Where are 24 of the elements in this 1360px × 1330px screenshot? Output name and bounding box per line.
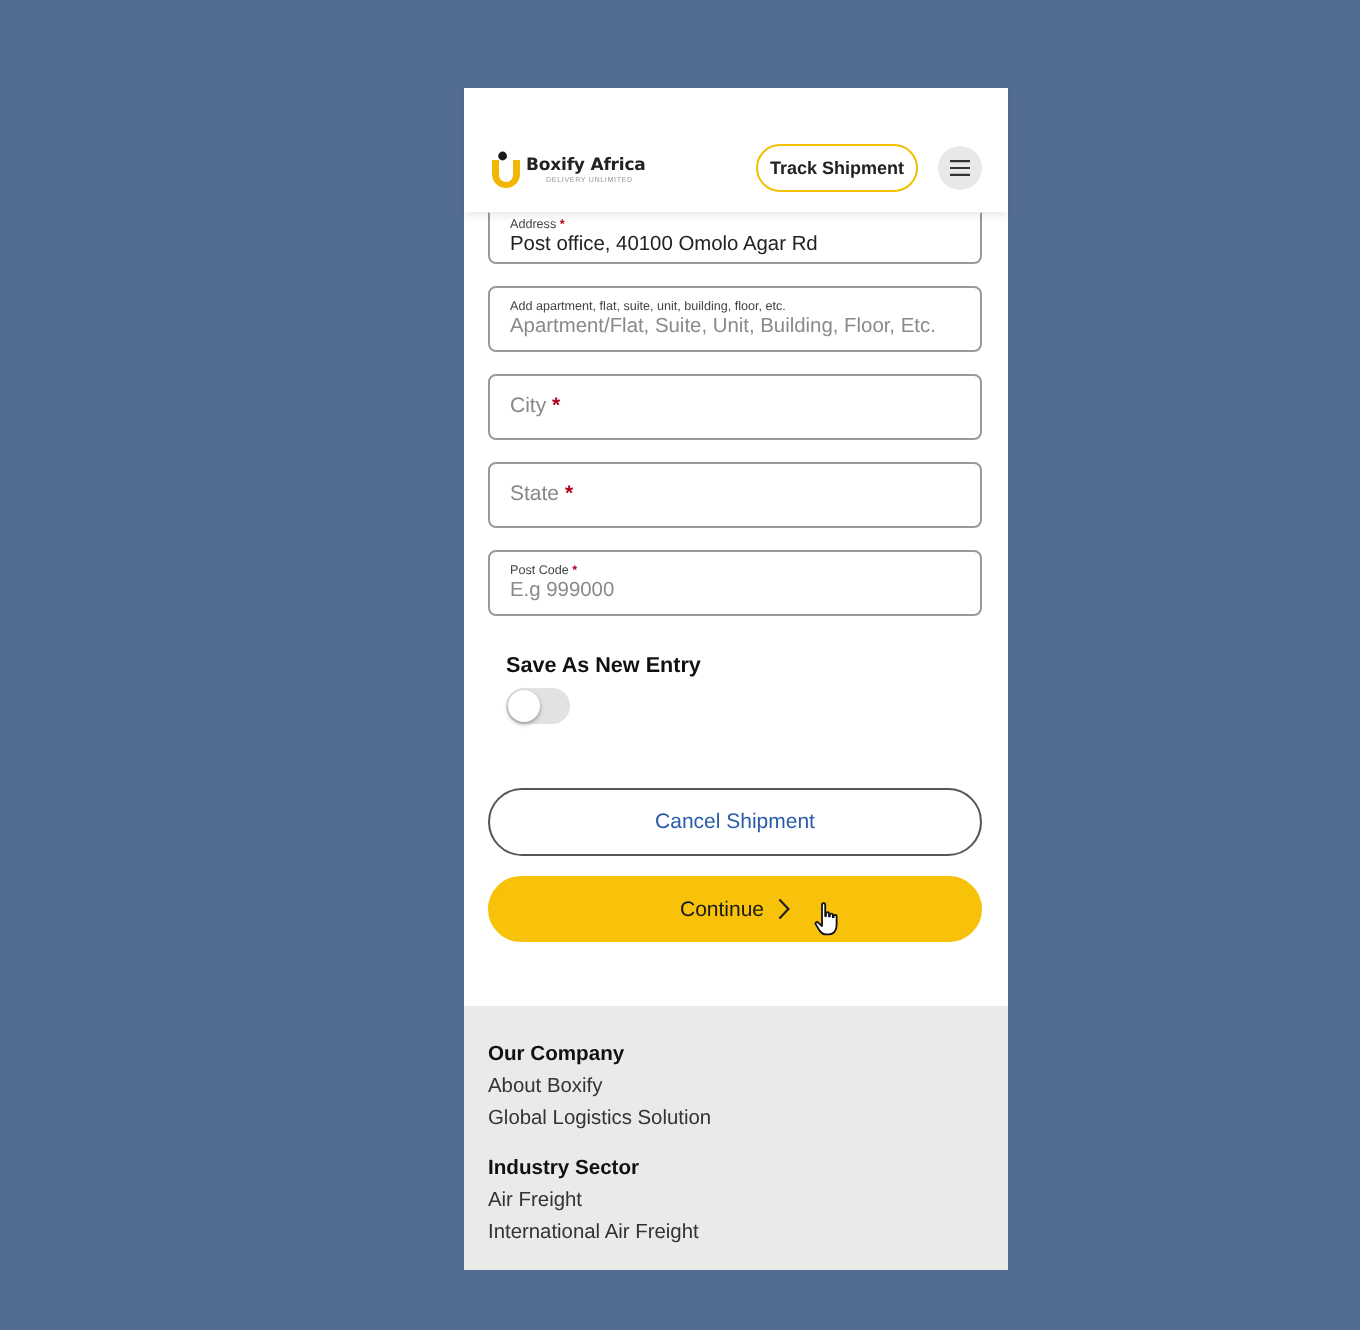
menu-icon bbox=[950, 160, 970, 176]
track-shipment-button[interactable]: Track Shipment bbox=[756, 144, 918, 192]
text-field[interactable]: City * bbox=[488, 374, 982, 440]
hand-cursor-icon bbox=[814, 902, 840, 936]
toggle-switch[interactable] bbox=[506, 688, 570, 724]
cancel-button[interactable]: Cancel Shipment bbox=[488, 788, 982, 856]
text-input[interactable]: Post office, 40100 Omolo Agar Rd bbox=[510, 232, 960, 258]
footer-heading: Our Company bbox=[488, 1042, 625, 1070]
footer-link[interactable]: Air Freight bbox=[488, 1186, 582, 1218]
chevron-right-icon bbox=[778, 898, 791, 920]
footer-link[interactable]: About Boxify bbox=[488, 1072, 603, 1104]
save-entry-label: Save As New Entry bbox=[506, 652, 701, 680]
footer-link[interactable]: International Air Freight bbox=[488, 1218, 699, 1250]
field-label: State * bbox=[510, 482, 574, 508]
footer-link[interactable]: Global Logistics Solution bbox=[488, 1104, 712, 1136]
text-field[interactable]: State * bbox=[488, 462, 982, 528]
field-label: City * bbox=[510, 394, 561, 420]
text-input[interactable]: E.g 999000 bbox=[510, 577, 960, 603]
logo-icon bbox=[490, 150, 522, 188]
logo-name: Boxify Africa bbox=[526, 155, 646, 175]
continue-button[interactable]: Continue bbox=[488, 876, 982, 942]
text-input[interactable]: Apartment/Flat, Suite, Unit, Building, Floor, Etc. bbox=[510, 313, 960, 339]
menu-button[interactable] bbox=[938, 146, 982, 190]
footer-heading: Industry Sector bbox=[488, 1156, 640, 1184]
